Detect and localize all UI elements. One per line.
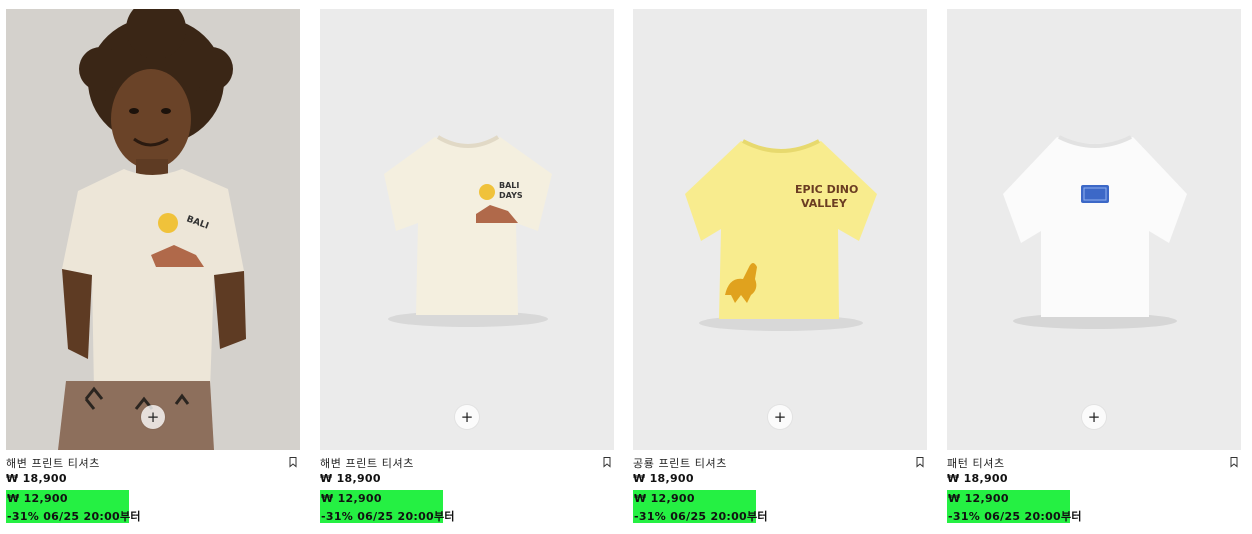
yellow-tee-photo: EPIC DINO VALLEY [633, 9, 927, 450]
original-price: ₩ 18,900 [320, 472, 381, 485]
sale-note: -31% 06/25 20:00부터 [948, 510, 1082, 523]
plus-icon: + [460, 407, 474, 426]
bookmark-icon[interactable] [601, 456, 613, 468]
product-info: 해변 프린트 티셔츠 ₩ 18,900 ₩ 12,900 -31% 06/25 … [320, 450, 614, 530]
product-grid: BALI + 해변 프린트 티셔츠 ₩ 18,900 ₩ 12,900 -31%… [0, 0, 1252, 534]
plus-icon: + [146, 407, 160, 426]
product-card[interactable]: BALI DAYS + 해변 프린트 티셔츠 ₩ 18,900 ₩ 12,900… [320, 9, 614, 530]
original-price: ₩ 18,900 [6, 472, 67, 485]
model-photo: BALI [6, 9, 300, 450]
print-text: EPIC DINO [795, 183, 858, 196]
sale-price: ₩ 12,900 [948, 492, 1009, 505]
product-image[interactable]: BALI DAYS + [320, 9, 614, 450]
print-text: BALI [499, 181, 519, 190]
product-card[interactable]: EPIC DINO VALLEY + 공룡 프린트 티셔츠 ₩ 18,900 ₩… [633, 9, 927, 530]
bookmark-icon[interactable] [1228, 456, 1240, 468]
product-name[interactable]: 패턴 티셔츠 [947, 455, 1005, 471]
sale-price: ₩ 12,900 [634, 492, 695, 505]
print-text: VALLEY [801, 197, 848, 210]
white-tee-photo [947, 9, 1241, 450]
plus-icon: + [773, 407, 787, 426]
sale-badge: ₩ 12,900 -31% 06/25 20:00부터 [320, 490, 455, 523]
product-info: 공룡 프린트 티셔츠 ₩ 18,900 ₩ 12,900 -31% 06/25 … [633, 450, 927, 530]
bookmark-icon[interactable] [287, 456, 299, 468]
print-text: DAYS [499, 191, 523, 200]
sale-price: ₩ 12,900 [321, 492, 382, 505]
sale-badge: ₩ 12,900 -31% 06/25 20:00부터 [947, 490, 1082, 523]
product-image[interactable]: EPIC DINO VALLEY + [633, 9, 927, 450]
original-price: ₩ 18,900 [633, 472, 694, 485]
product-card[interactable]: + 패턴 티셔츠 ₩ 18,900 ₩ 12,900 -31% 06/25 20… [947, 9, 1241, 530]
product-name[interactable]: 공룡 프린트 티셔츠 [633, 455, 727, 471]
product-image[interactable]: + [947, 9, 1241, 450]
add-to-cart-button[interactable]: + [141, 405, 165, 429]
plus-icon: + [1087, 407, 1101, 426]
original-price: ₩ 18,900 [947, 472, 1008, 485]
bookmark-icon[interactable] [914, 456, 926, 468]
product-info: 패턴 티셔츠 ₩ 18,900 ₩ 12,900 -31% 06/25 20:0… [947, 450, 1241, 530]
product-name[interactable]: 해변 프린트 티셔츠 [6, 455, 100, 471]
product-info: 해변 프린트 티셔츠 ₩ 18,900 ₩ 12,900 -31% 06/25 … [6, 450, 300, 530]
sale-note: -31% 06/25 20:00부터 [634, 510, 768, 523]
sale-badge: ₩ 12,900 -31% 06/25 20:00부터 [633, 490, 768, 523]
product-image[interactable]: BALI + [6, 9, 300, 450]
product-name[interactable]: 해변 프린트 티셔츠 [320, 455, 414, 471]
add-to-cart-button[interactable]: + [455, 405, 479, 429]
sale-badge: ₩ 12,900 -31% 06/25 20:00부터 [6, 490, 141, 523]
add-to-cart-button[interactable]: + [1082, 405, 1106, 429]
sale-price: ₩ 12,900 [7, 492, 68, 505]
sale-note: -31% 06/25 20:00부터 [321, 510, 455, 523]
sale-note: -31% 06/25 20:00부터 [7, 510, 141, 523]
cream-tee-photo: BALI DAYS [320, 9, 614, 450]
product-card[interactable]: BALI + 해변 프린트 티셔츠 ₩ 18,900 ₩ 12,900 -31%… [6, 9, 300, 530]
add-to-cart-button[interactable]: + [768, 405, 792, 429]
